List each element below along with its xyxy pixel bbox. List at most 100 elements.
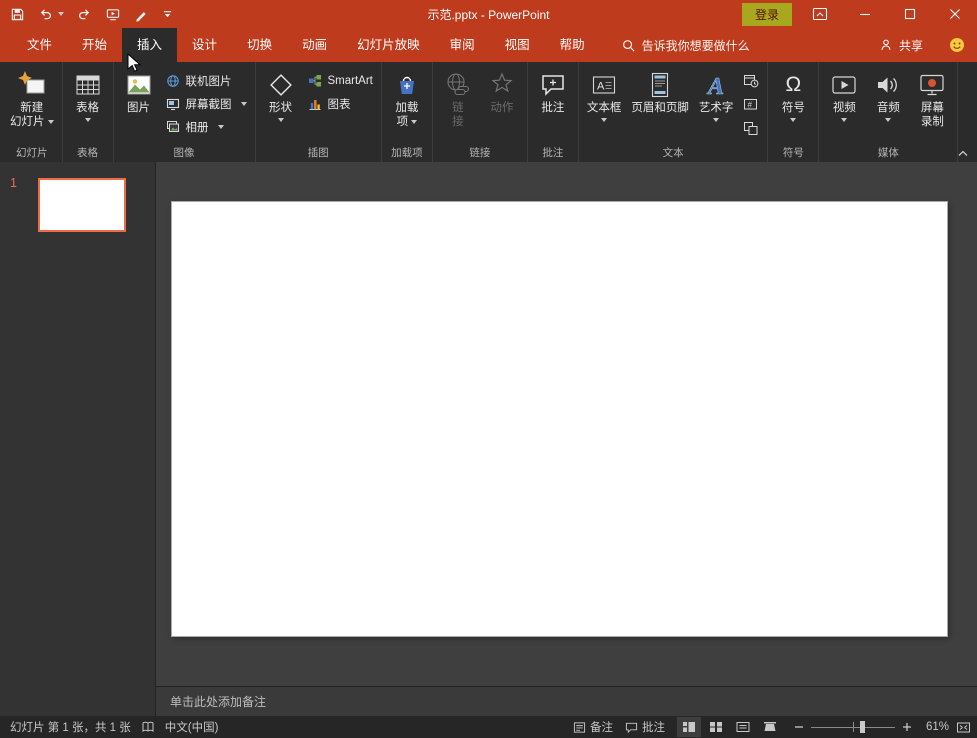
header-footer-icon (645, 69, 675, 101)
tab-animations[interactable]: 动画 (287, 28, 342, 62)
close-button[interactable] (932, 0, 977, 28)
screen-recording-label-line2: 录制 (921, 115, 944, 129)
photo-album-button[interactable]: 相册 (163, 117, 250, 136)
tab-design[interactable]: 设计 (177, 28, 232, 62)
dropdown-caret (48, 120, 54, 124)
redo-button[interactable] (77, 7, 92, 22)
sign-in-button[interactable]: 登录 (742, 3, 792, 26)
customize-qat-button[interactable] (162, 8, 173, 20)
wordart-label: 艺术字 (699, 101, 734, 115)
header-footer-button[interactable]: 页眉和页脚 (626, 64, 694, 146)
normal-view-button[interactable] (677, 717, 701, 737)
plus-icon (902, 722, 912, 732)
share-button[interactable]: 共享 (879, 37, 923, 54)
tell-me-label: 告诉我你想要做什么 (642, 37, 750, 54)
picture-button[interactable]: 图片 (117, 64, 161, 146)
symbol-button[interactable]: Ω 符号 (771, 64, 815, 146)
save-button[interactable] (10, 7, 25, 22)
screenshot-icon (166, 97, 180, 111)
smiley-icon (949, 37, 965, 53)
feedback-smiley-button[interactable] (949, 37, 965, 53)
zoom-slider[interactable] (811, 717, 895, 737)
language-indicator[interactable]: 中文(中国) (165, 719, 219, 735)
table-button[interactable]: 表格 (66, 64, 110, 146)
slideshow-view-button[interactable] (758, 717, 782, 737)
fit-slide-to-window-button[interactable] (956, 721, 971, 734)
minimize-icon (859, 8, 871, 20)
screen-recording-label-line1: 屏幕 (921, 101, 944, 115)
ribbon-group-illustrations: 形状 SmartArt 图表 插图 (256, 62, 382, 162)
date-time-button[interactable] (740, 71, 762, 90)
comments-toggle-button[interactable]: 批注 (625, 719, 665, 735)
ribbon-group-slides: 新建 幻灯片 幻灯片 (2, 62, 63, 162)
wordart-button[interactable]: A 艺术字 (694, 64, 739, 146)
quick-access-toolbar (10, 7, 173, 22)
screen-recording-button[interactable]: 屏幕 录制 (910, 64, 954, 146)
collapse-ribbon-button[interactable] (957, 149, 969, 158)
tab-file[interactable]: 文件 (12, 28, 67, 62)
editor-column: 单击此处添加备注 (156, 162, 977, 716)
header-footer-label: 页眉和页脚 (631, 101, 689, 115)
smartart-button[interactable]: SmartArt (305, 71, 376, 90)
slide-sorter-view-button[interactable] (704, 717, 728, 737)
notes-icon (573, 721, 586, 734)
undo-button[interactable] (38, 7, 64, 22)
zoom-level[interactable]: 61% (919, 721, 949, 733)
slideshow-icon (105, 7, 121, 22)
textbox-label: 文本框 (587, 101, 622, 115)
person-icon (879, 38, 893, 52)
close-icon (949, 8, 961, 20)
zoom-slider-tick (853, 722, 854, 732)
svg-text:A: A (706, 74, 724, 100)
screenshot-button[interactable]: 屏幕截图 (163, 94, 250, 113)
wordart-icon: A (701, 69, 731, 101)
new-slide-icon (17, 69, 47, 101)
start-slideshow-button[interactable] (105, 7, 121, 22)
tab-slideshow[interactable]: 幻灯片放映 (342, 28, 435, 62)
chart-button[interactable]: 图表 (305, 94, 376, 113)
video-button[interactable]: 视频 (822, 64, 866, 146)
addins-button[interactable]: 加载 项 (385, 64, 429, 146)
zoom-out-button[interactable] (794, 722, 804, 732)
slide-canvas[interactable] (172, 202, 947, 636)
slide-indicator[interactable]: 幻灯片 第 1 张，共 1 张 (10, 719, 131, 735)
new-comment-button[interactable]: 批注 (531, 64, 575, 146)
action-button: 动作 (480, 64, 524, 146)
tab-home[interactable]: 开始 (67, 28, 122, 62)
tell-me-box[interactable]: 告诉我你想要做什么 (622, 28, 750, 62)
slide-number: 1 (10, 176, 17, 190)
zoom-in-button[interactable] (902, 722, 912, 732)
reading-view-button[interactable] (731, 717, 755, 737)
table-label: 表格 (76, 101, 99, 115)
tabrow-right: 共享 (879, 28, 977, 62)
textbox-button[interactable]: A 文本框 (582, 64, 627, 146)
tab-transitions[interactable]: 切换 (232, 28, 287, 62)
proofing-icon[interactable] (141, 720, 155, 734)
tab-view[interactable]: 视图 (490, 28, 545, 62)
group-label-media: 媒体 (822, 146, 954, 161)
minimize-button[interactable] (842, 0, 887, 28)
maximize-button[interactable] (887, 0, 932, 28)
touch-mouse-mode-button[interactable] (134, 7, 149, 22)
slide-number-icon: # (743, 97, 759, 112)
tab-help[interactable]: 帮助 (545, 28, 600, 62)
dropdown-caret (841, 118, 847, 122)
hyperlink-globe-icon (443, 69, 473, 101)
new-slide-button[interactable]: 新建 幻灯片 (5, 64, 59, 146)
tab-review[interactable]: 审阅 (435, 28, 490, 62)
shapes-button[interactable]: 形状 (259, 64, 303, 146)
notes-pane[interactable]: 单击此处添加备注 (156, 686, 977, 716)
online-pictures-button[interactable]: 联机图片 (163, 71, 250, 90)
slide-number-button[interactable]: # (740, 95, 762, 114)
insert-object-button[interactable] (740, 119, 762, 138)
addins-label-line2: 项 (397, 115, 418, 129)
comments-icon (625, 721, 638, 734)
ribbon-display-options-button[interactable] (812, 7, 828, 22)
audio-button[interactable]: 音频 (866, 64, 910, 146)
svg-text:#: # (748, 101, 753, 110)
titlebar-controls: 登录 (742, 0, 977, 28)
picture-icon (124, 69, 154, 101)
notes-toggle-button[interactable]: 备注 (573, 719, 613, 735)
slide-thumbnail[interactable] (38, 178, 126, 232)
zoom-slider-handle[interactable] (860, 721, 865, 733)
